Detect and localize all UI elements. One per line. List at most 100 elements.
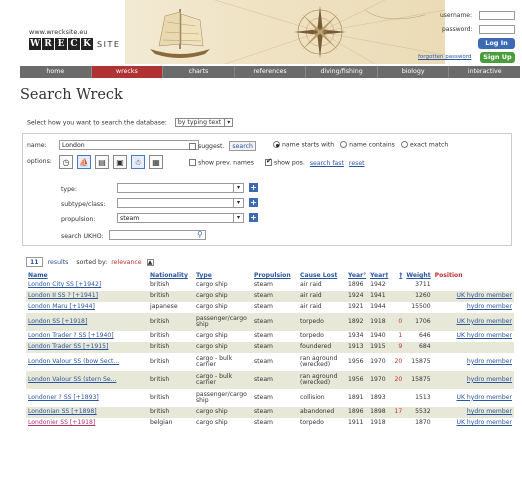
search-method-select[interactable]: by typing text ▾	[174, 118, 234, 127]
position-link[interactable]: UK hydro member	[433, 418, 514, 429]
nav-references[interactable]: references	[235, 66, 307, 78]
sorted-by-value[interactable]: relevance	[111, 259, 141, 266]
col-weight[interactable]: Weight	[404, 271, 432, 280]
col-propulsion[interactable]: Propulsion	[252, 271, 298, 280]
logo-letter: E	[55, 38, 67, 50]
wreck-name-link[interactable]: London Trader ? SS [+1940]	[26, 331, 148, 342]
wreck-name-link[interactable]: London II SS ? [+1941]	[26, 291, 148, 302]
radio-exact-match[interactable]	[400, 141, 408, 148]
col-type[interactable]: Type	[194, 271, 252, 280]
weight-cell: 1513	[415, 393, 431, 401]
search-icon[interactable]: ⚲	[197, 230, 203, 239]
wreck-name-link[interactable]: London SS [+1918]	[26, 313, 148, 331]
clock-icon[interactable]: ◷	[59, 155, 73, 169]
col-year-built[interactable]: Year°	[346, 271, 368, 280]
show-pos-option[interactable]: show pos. search fast reset	[265, 157, 365, 167]
nav-diving-fishing[interactable]: diving/fishing	[306, 66, 378, 78]
type-cell: cargo - bulk carrier	[194, 371, 252, 389]
login-button[interactable]: Log In	[478, 38, 515, 49]
suggest-label: suggest.	[197, 143, 225, 150]
table-row[interactable]: London Trader SS [+1915] british cargo shi…	[26, 342, 514, 353]
nationality-cell: british	[150, 357, 170, 365]
ship-icon[interactable]: ⛵	[77, 155, 91, 169]
forgot-password-link[interactable]: forgotten password	[418, 54, 471, 60]
dead-count-cell	[390, 302, 404, 313]
name-input[interactable]: London	[59, 140, 199, 150]
table-row[interactable]: London City SS [+1942] british cargo ship s…	[26, 280, 514, 291]
position-link[interactable]	[433, 280, 514, 291]
wreck-name-link[interactable]: London City SS [+1942]	[26, 280, 148, 291]
suggest-checkbox[interactable]	[189, 142, 196, 150]
position-link[interactable]: hydro member	[433, 302, 514, 313]
propulsion-select[interactable]: steam ▾	[117, 213, 244, 223]
position-link[interactable]: hydro member	[433, 353, 514, 371]
results-label: results	[47, 258, 69, 266]
camera-icon[interactable]: ▣	[113, 155, 127, 169]
sort-toggle-icon[interactable]: ▲	[146, 258, 154, 266]
table-row[interactable]: Londonian SS [+1898] british cargo ship ste…	[26, 407, 514, 418]
add-propulsion-icon[interactable]: +	[249, 213, 258, 222]
dead-count-cell	[390, 418, 404, 429]
nav-interactive[interactable]: interactive	[449, 66, 520, 78]
table-row[interactable]: Londonier SS [+1918] belgian cargo ship ste…	[26, 418, 514, 429]
username-input[interactable]	[479, 11, 515, 20]
results-count: 11	[26, 257, 43, 267]
add-subtype-icon[interactable]: +	[249, 198, 258, 207]
diver-icon[interactable]: ☃	[131, 155, 145, 169]
wreck-name-link[interactable]: London Maru [+1944]	[26, 302, 148, 313]
table-row[interactable]: London Maru [+1944] japanese cargo ship ste…	[26, 302, 514, 313]
radio-starts-with[interactable]	[273, 141, 280, 148]
table-row[interactable]: London II SS ? [+1941] british cargo ship s…	[26, 291, 514, 302]
match-mode-group: name starts with name contains exact mat…	[273, 141, 448, 149]
add-type-icon[interactable]: +	[249, 183, 258, 192]
search-button[interactable]: search	[229, 141, 256, 151]
suggest-option[interactable]: suggest. search	[189, 141, 256, 151]
position-link[interactable]: UK hydro member	[433, 389, 514, 407]
reset-link[interactable]: reset	[349, 160, 365, 167]
position-link[interactable]: hydro member	[432, 371, 514, 389]
propulsion-cell: steam	[252, 371, 298, 389]
position-link[interactable]: hydro member	[432, 407, 514, 418]
position-link[interactable]: UK hydro member	[432, 291, 514, 302]
signup-button[interactable]: Sign Up	[480, 52, 515, 63]
nav-home[interactable]: home	[20, 66, 92, 78]
show-prev-names-option[interactable]: show prev. names	[189, 159, 254, 167]
nav-charts[interactable]: charts	[163, 66, 235, 78]
nav-wrecks[interactable]: wrecks	[91, 66, 164, 78]
wreck-name-link[interactable]: Londoner ? SS [+1893]	[26, 389, 148, 407]
document-icon[interactable]: ▤	[95, 155, 109, 169]
ukho-input[interactable]	[109, 230, 206, 240]
type-select[interactable]: ▾	[117, 183, 244, 193]
search-fast-link[interactable]: search fast	[310, 160, 344, 167]
col-dead[interactable]: †	[390, 271, 404, 280]
propulsion-cell: steam	[254, 393, 273, 401]
col-cause-lost[interactable]: Cause Lost	[298, 271, 346, 280]
col-nationality[interactable]: Nationality	[148, 271, 194, 280]
year-lost-cell: 1970	[368, 371, 391, 389]
table-row[interactable]: London Valour SS (stern Se... british carg…	[26, 371, 514, 389]
site-logo[interactable]: W R E C K SITE	[29, 38, 120, 50]
nav-biology[interactable]: biology	[378, 66, 450, 78]
wreck-name-link[interactable]: London Trader SS [+1915]	[26, 342, 148, 353]
position-link[interactable]: UK hydro member	[432, 313, 514, 331]
password-input[interactable]	[479, 25, 515, 34]
show-prev-names-label: show prev. names	[197, 159, 254, 167]
radio-contains[interactable]	[340, 141, 348, 148]
wreck-name-link[interactable]: Londonian SS [+1898]	[26, 407, 148, 418]
position-link[interactable]: UK hydro member	[433, 331, 514, 342]
grid-map-icon[interactable]: ▦	[149, 155, 163, 169]
show-pos-checkbox[interactable]	[265, 157, 272, 166]
subtype-select[interactable]: ▾	[117, 198, 244, 208]
wreck-name-link[interactable]: Londonier SS [+1918]	[26, 418, 148, 429]
year-built-cell: 1956	[348, 357, 364, 365]
position-link[interactable]	[432, 342, 514, 353]
show-prev-names-checkbox[interactable]	[189, 159, 196, 166]
col-year-lost[interactable]: Year†	[368, 271, 390, 280]
col-name[interactable]: Name	[26, 271, 148, 280]
wreck-name-link[interactable]: London Valour SS (stern Se...	[26, 371, 148, 389]
table-row[interactable]: London SS [+1918] british passenger/cargo …	[26, 313, 514, 331]
table-row[interactable]: Londoner ? SS [+1893] british passenger/ca…	[26, 389, 514, 407]
wreck-name-link[interactable]: London Valour SS (bow Sect...	[26, 353, 148, 371]
table-row[interactable]: London Valour SS (bow Sect... british carg…	[26, 353, 514, 371]
table-row[interactable]: London Trader ? SS [+1940] british cargo s…	[26, 331, 514, 342]
